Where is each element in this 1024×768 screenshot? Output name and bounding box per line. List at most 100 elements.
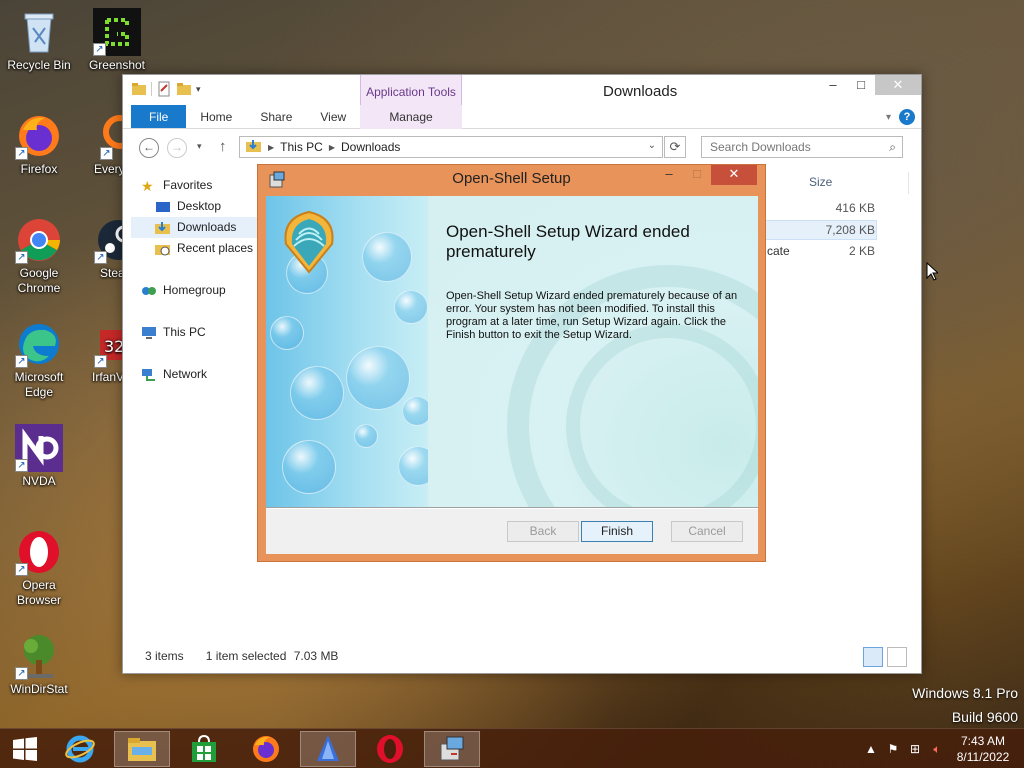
help-icon[interactable]: ? — [899, 109, 915, 125]
internet-explorer-icon — [65, 735, 95, 763]
minimize-button[interactable]: – — [819, 75, 847, 95]
taskbar-open-shell[interactable] — [300, 731, 356, 767]
address-dropdown-icon[interactable]: ⌄ — [648, 140, 656, 151]
downloads-folder-icon — [246, 139, 262, 156]
new-folder-icon[interactable] — [176, 81, 192, 97]
file-size-cell: 7,208 KB — [825, 223, 875, 237]
navigation-bar: ← → ▾ ↑ ▶ This PC ▶ Downloads ⌄ ⟳ Search… — [123, 133, 921, 161]
shortcut-arrow-icon: ↗ — [15, 459, 28, 472]
shortcut-arrow-icon: ↗ — [94, 355, 107, 368]
shortcut-arrow-icon: ↗ — [15, 355, 28, 368]
taskbar-setup-installer[interactable] — [424, 731, 480, 767]
maximize-button[interactable]: □ — [847, 75, 875, 95]
taskbar-internet-explorer[interactable] — [52, 731, 108, 767]
downloads-icon — [155, 221, 171, 235]
tab-view[interactable]: View — [306, 105, 360, 128]
desktop-icon-irfanview[interactable]: 32 ↗ IrfanV — [78, 320, 124, 385]
network-icon — [141, 368, 157, 382]
item-count: 3 items — [145, 649, 184, 663]
everything-icon: ↗ — [100, 112, 124, 160]
dialog-content: Open-Shell Setup Wizard ended prematurel… — [266, 196, 758, 554]
desktop-icon-recycle-bin[interactable]: Recycle Bin — [0, 8, 78, 73]
irfanview-icon: 32 ↗ — [94, 320, 124, 368]
nav-this-pc[interactable]: This PC — [131, 322, 261, 343]
desktop-icon-windirstat[interactable]: ↗ WinDirStat — [0, 632, 78, 697]
desktop-icon-greenshot[interactable]: ↗ Greenshot — [78, 8, 156, 73]
search-input[interactable]: Search Downloads ⌕ — [701, 136, 903, 158]
taskbar-firefox[interactable] — [238, 731, 294, 767]
recent-locations-icon[interactable]: ▾ — [197, 141, 202, 152]
desktop-icon-label: Everyt — [94, 162, 124, 176]
desktop-icon-label: NVDA — [22, 474, 56, 488]
chrome-icon: ↗ — [15, 216, 63, 264]
wizard-headline: Open-Shell Setup Wizard ended prematurel… — [446, 222, 690, 261]
taskbar-opera[interactable] — [362, 731, 418, 767]
network-status-icon[interactable]: ⊞ — [904, 742, 926, 756]
expand-ribbon-icon[interactable]: ▾ — [886, 112, 891, 123]
nav-label: Homegroup — [163, 283, 226, 297]
nav-desktop[interactable]: Desktop — [131, 196, 261, 217]
action-center-flag-icon[interactable]: ⚑ — [882, 742, 904, 756]
forward-button[interactable]: → — [167, 138, 187, 158]
nav-recent-places[interactable]: Recent places — [131, 238, 261, 259]
desktop-icon-label: Google Chrome — [17, 266, 61, 295]
dialog-maximize-button: □ — [693, 166, 701, 181]
search-placeholder: Search Downloads — [710, 140, 811, 154]
start-button[interactable] — [0, 731, 50, 767]
shortcut-arrow-icon: ↗ — [15, 563, 28, 576]
up-button[interactable]: ↑ — [219, 138, 227, 155]
shortcut-arrow-icon: ↗ — [15, 667, 28, 680]
status-bar: 3 items 1 item selected 7.03 MB — [145, 649, 338, 663]
recent-places-icon — [155, 242, 171, 256]
tab-file[interactable]: File — [131, 105, 187, 128]
tab-home[interactable]: Home — [186, 105, 246, 128]
desktop-icon-label: IrfanV — [92, 370, 124, 384]
window-title: Downloads — [603, 83, 678, 100]
large-icons-view-button[interactable] — [887, 647, 907, 667]
taskbar-file-explorer[interactable] — [114, 731, 170, 767]
refresh-button[interactable]: ⟳ — [664, 136, 686, 158]
nav-favorites[interactable]: ★ Favorites — [131, 175, 261, 196]
svg-text:32: 32 — [104, 337, 124, 356]
desktop-icon-opera[interactable]: ↗ Opera Browser — [0, 528, 78, 608]
desktop-icon-firefox[interactable]: ↗ Firefox — [0, 112, 78, 177]
desktop-icon-label: Opera Browser — [16, 578, 61, 607]
details-view-button[interactable] — [863, 647, 883, 667]
dialog-minimize-button[interactable]: – — [655, 165, 683, 185]
quick-access-toolbar: ▾ — [131, 81, 201, 97]
open-shell-setup-dialog[interactable]: Open-Shell Setup – □ ✕ Open-Shell Setup … — [257, 164, 766, 562]
tab-manage[interactable]: Manage — [360, 105, 462, 129]
desktop-icon-chrome[interactable]: ↗ Google Chrome — [0, 216, 78, 296]
nav-downloads[interactable]: Downloads — [131, 217, 261, 238]
shortcut-arrow-icon: ↗ — [93, 43, 106, 56]
desktop-icon — [155, 200, 171, 214]
dialog-close-button[interactable]: ✕ — [711, 165, 757, 185]
ribbon-tabs: File Home Share View Manage ▾ ? — [123, 105, 921, 129]
nav-homegroup[interactable]: Homegroup — [131, 280, 261, 301]
breadcrumb-this-pc[interactable]: This PC — [280, 140, 323, 154]
close-button[interactable]: ✕ — [875, 75, 921, 95]
explorer-titlebar[interactable]: ▾ Application Tools Downloads – □ ✕ — [123, 75, 921, 125]
volume-muted-icon[interactable]: 🔈︎ — [926, 742, 948, 757]
breadcrumb-downloads[interactable]: Downloads — [341, 140, 400, 154]
properties-icon[interactable] — [156, 81, 172, 97]
customize-qat-icon[interactable]: ▾ — [196, 84, 201, 95]
desktop-icon-everything[interactable]: ↗ Everyt — [78, 112, 124, 177]
column-header-size[interactable]: Size — [799, 172, 909, 194]
desktop-icon-nvda[interactable]: ↗ NVDA — [0, 424, 78, 489]
taskbar-store[interactable] — [176, 731, 232, 767]
desktop-icon-steam[interactable]: ↗ Stea — [78, 216, 124, 281]
desktop-icon-edge[interactable]: ↗ Microsoft Edge — [0, 320, 78, 400]
cancel-button: Cancel — [671, 521, 743, 542]
finish-button[interactable]: Finish — [581, 521, 653, 542]
file-explorer-icon — [128, 738, 156, 761]
tab-share[interactable]: Share — [246, 105, 306, 128]
show-hidden-icons-icon[interactable]: ▲ — [860, 742, 882, 756]
wizard-message-panel: Open-Shell Setup Wizard ended prematurel… — [428, 196, 758, 507]
shortcut-arrow-icon: ↗ — [94, 251, 107, 264]
address-bar[interactable]: ▶ This PC ▶ Downloads ⌄ — [239, 136, 663, 158]
opera-icon: ↗ — [15, 528, 63, 576]
back-button[interactable]: ← — [139, 138, 159, 158]
clock[interactable]: 7:43 AM 8/11/2022 — [948, 733, 1018, 765]
nav-network[interactable]: Network — [131, 364, 261, 385]
